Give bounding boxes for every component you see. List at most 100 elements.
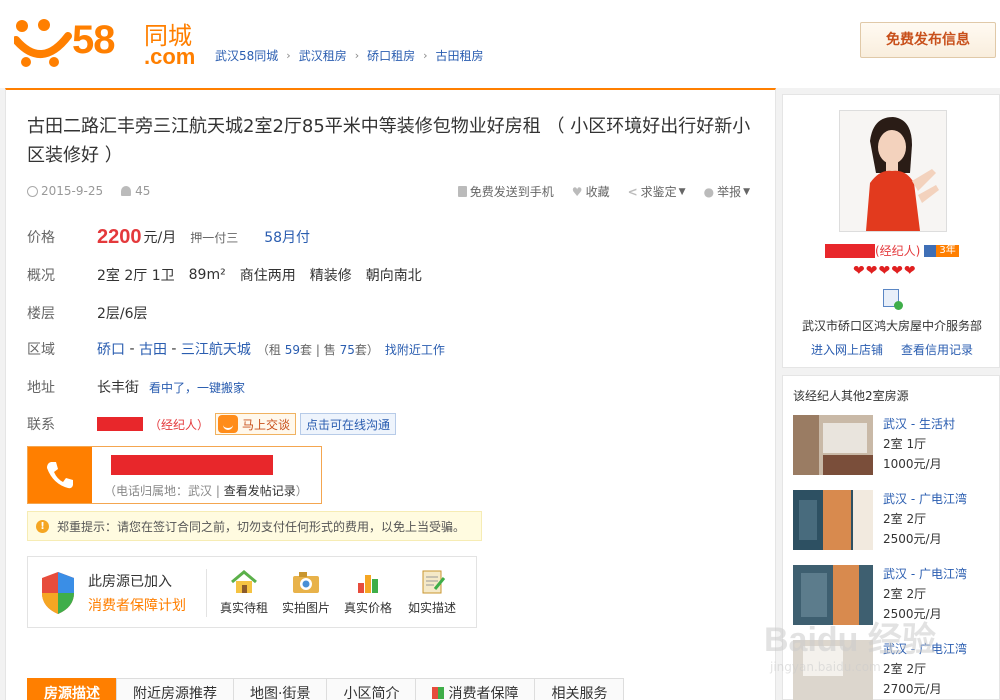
- baidu-watermark: Baidu 经验 jingyan.baidu.com: [764, 612, 954, 684]
- clock-icon: [27, 185, 38, 197]
- price-unit: 元/月: [143, 230, 177, 246]
- listing-location-link[interactable]: 武汉 - 广电江湾: [883, 565, 967, 582]
- online-shop-link[interactable]: 进入网上店铺: [811, 341, 883, 358]
- tab-nearby[interactable]: 附近房源推荐: [116, 678, 234, 700]
- credit-hearts: ❤❤❤❤❤: [853, 263, 917, 279]
- floor-row: 楼层 2层/6层: [27, 302, 727, 324]
- sale-count-link[interactable]: 75: [340, 343, 355, 357]
- logo-domain: .com: [144, 44, 196, 69]
- camera-icon: [291, 569, 321, 595]
- site-logo[interactable]: 58 同城 .com: [14, 12, 204, 70]
- area-link-district[interactable]: 硚口: [97, 339, 125, 359]
- monthly-pay-link[interactable]: 58月付: [264, 227, 310, 247]
- warning-text: 郑重提示：请您在签订合同之前，切勿支付任何形式的费用，以免上当受骗。: [57, 519, 466, 534]
- online-chat-tip: 点击可在线沟通: [300, 413, 397, 435]
- phone-box: （电话归属地：武汉 | 查看发帖记录）: [27, 446, 322, 504]
- house-icon: [229, 569, 259, 595]
- heart-icon: ♥: [571, 184, 583, 199]
- agent-links: 进入网上店铺 查看信用记录: [783, 341, 1000, 358]
- nearby-jobs-link[interactable]: 找附近工作: [385, 341, 445, 358]
- favorite-button[interactable]: ♥ 收藏: [572, 183, 610, 200]
- agent-role: (经纪人): [875, 244, 921, 258]
- chat-now-button[interactable]: 马上交谈: [215, 413, 297, 435]
- report-dropdown[interactable]: ● 举报 ▼: [704, 183, 750, 200]
- safety-warning: ! 郑重提示：请您在签订合同之前，切勿支付任何形式的费用，以免上当受骗。: [27, 511, 482, 541]
- share-icon: <: [627, 184, 638, 199]
- send-to-phone-button[interactable]: 免费发送到手机: [457, 183, 554, 200]
- agent-company: 武汉市硚口区鸿大房屋中介服务部: [801, 319, 982, 333]
- area-link-subarea[interactable]: 古田: [139, 339, 167, 359]
- listing-location-link[interactable]: 武汉 - 广电江湾: [883, 490, 967, 507]
- phone-icon: [457, 186, 467, 197]
- tab-services[interactable]: 相关服务: [534, 678, 625, 700]
- guarantee-line1: 此房源已加入: [88, 574, 172, 590]
- contact-label: 联系: [27, 417, 55, 433]
- area-row: 区域 硚口 - 古田 - 三江航天城 （租 59套 | 售 75套） 找附近工作: [27, 338, 727, 360]
- breadcrumb-item-city-rent[interactable]: 武汉租房: [299, 47, 347, 64]
- list-item[interactable]: 武汉 - 生活村 2室 1厅 1000元/月: [793, 415, 993, 477]
- watermark-text: Baidu 经验: [764, 621, 936, 659]
- listing-layout: 2室 2厅: [883, 512, 927, 526]
- listing-location-link[interactable]: 武汉 - 生活村: [883, 415, 955, 432]
- tab-map[interactable]: 地图·街景: [233, 678, 328, 700]
- listing-layout: 2室 1厅: [883, 437, 927, 451]
- price-row: 价格 2200 元/月 押一付三 58月付: [27, 226, 727, 248]
- guarantee-real-rent: 真实待租: [214, 569, 274, 616]
- overview-row: 概况 2室 2厅 1卫 89m² 商住两用 精装修 朝向南北: [27, 264, 727, 286]
- decoration: 精装修: [309, 268, 352, 284]
- phone-location: （电话归属地：武汉 | 查看发帖记录）: [104, 484, 308, 498]
- listing-price: 2500元/月: [883, 532, 942, 546]
- detail-tabs: 房源描述 附近房源推荐 地图·街景 小区简介 消费者保障 相关服务: [27, 678, 625, 700]
- tab-community[interactable]: 小区简介: [326, 678, 417, 700]
- credit-record-link[interactable]: 查看信用记录: [901, 341, 973, 358]
- area-label: 区域: [27, 342, 55, 358]
- agent-avatar[interactable]: [839, 110, 947, 232]
- redacted-contact-name: [97, 417, 143, 431]
- usage-type: 商住两用: [239, 268, 296, 284]
- contact-role: （经纪人）: [149, 417, 210, 432]
- other-listings-title: 该经纪人其他2室房源: [793, 389, 909, 403]
- tab-description[interactable]: 房源描述: [27, 678, 117, 700]
- orientation: 朝向南北: [365, 268, 422, 284]
- post-records-link[interactable]: 查看发帖记录: [224, 484, 296, 498]
- rent-count-link[interactable]: 59: [285, 343, 300, 357]
- price-value: 2200: [97, 225, 142, 248]
- breadcrumb-item-city[interactable]: 武汉58同城: [215, 47, 278, 64]
- listing-detail: 古田二路汇丰旁三江航天城2室2厅85平米中等装修包物业好房租 （ 小区环境好出行…: [5, 88, 776, 700]
- bar-chart-icon: [353, 569, 383, 595]
- area-separator: -: [125, 341, 139, 357]
- breadcrumb-item-district-rent[interactable]: 硚口租房: [367, 47, 415, 64]
- listing-thumbnail[interactable]: [793, 415, 873, 475]
- phone-icon: [28, 447, 92, 503]
- floor-label: 楼层: [27, 306, 55, 322]
- guarantee-true-description: 如实描述: [402, 569, 462, 616]
- area-separator: -: [166, 341, 181, 357]
- certified-icon: [883, 289, 903, 310]
- guarantee-line2[interactable]: 消费者保障计划: [88, 595, 186, 615]
- tab-guarantee[interactable]: 消费者保障: [415, 678, 536, 700]
- list-item[interactable]: 武汉 - 广电江湾 2室 2厅 2500元/月: [793, 490, 993, 552]
- agent-card: (经纪人) 3年 ❤❤❤❤❤ 武汉市硚口区鸿大房屋中介服务部 进入网上店铺 查看…: [782, 94, 1000, 368]
- chevron-down-icon: ▼: [678, 186, 686, 197]
- contact-row: 联系 （经纪人） 马上交谈 点击可在线沟通: [27, 413, 727, 435]
- document-icon: [417, 569, 447, 595]
- floor-area: 89m²: [188, 267, 226, 283]
- sidebar: (经纪人) 3年 ❤❤❤❤❤ 武汉市硚口区鸿大房屋中介服务部 进入网上店铺 查看…: [782, 94, 1000, 700]
- listing-meta: 2015-9-25 45: [27, 184, 150, 198]
- chevron-down-icon: ▼: [743, 186, 750, 197]
- member-years-badge: 3年: [924, 244, 959, 257]
- post-date: 2015-9-25: [41, 184, 104, 198]
- listing-thumbnail[interactable]: [793, 490, 873, 550]
- consumer-guarantee-box: 此房源已加入 消费者保障计划 真实待租 实拍图片 真实价格 如实描述: [27, 556, 477, 628]
- publish-button[interactable]: 免费发布信息: [860, 22, 996, 58]
- listing-price: 1000元/月: [883, 457, 942, 471]
- one-click-move-link[interactable]: 看中了，一键搬家: [149, 379, 245, 396]
- breadcrumb-item-area-rent[interactable]: 古田租房: [436, 47, 484, 64]
- logo-number: 58: [72, 18, 115, 62]
- area-link-community[interactable]: 三江航天城: [181, 339, 251, 359]
- divider: [206, 569, 207, 617]
- overview-label: 概况: [27, 268, 55, 284]
- breadcrumb: 武汉58同城 › 武汉租房 › 硚口租房 › 古田租房: [215, 47, 484, 64]
- breadcrumb-separator-icon: ›: [354, 49, 360, 62]
- appraise-dropdown[interactable]: < 求鉴定 ▼: [628, 183, 686, 200]
